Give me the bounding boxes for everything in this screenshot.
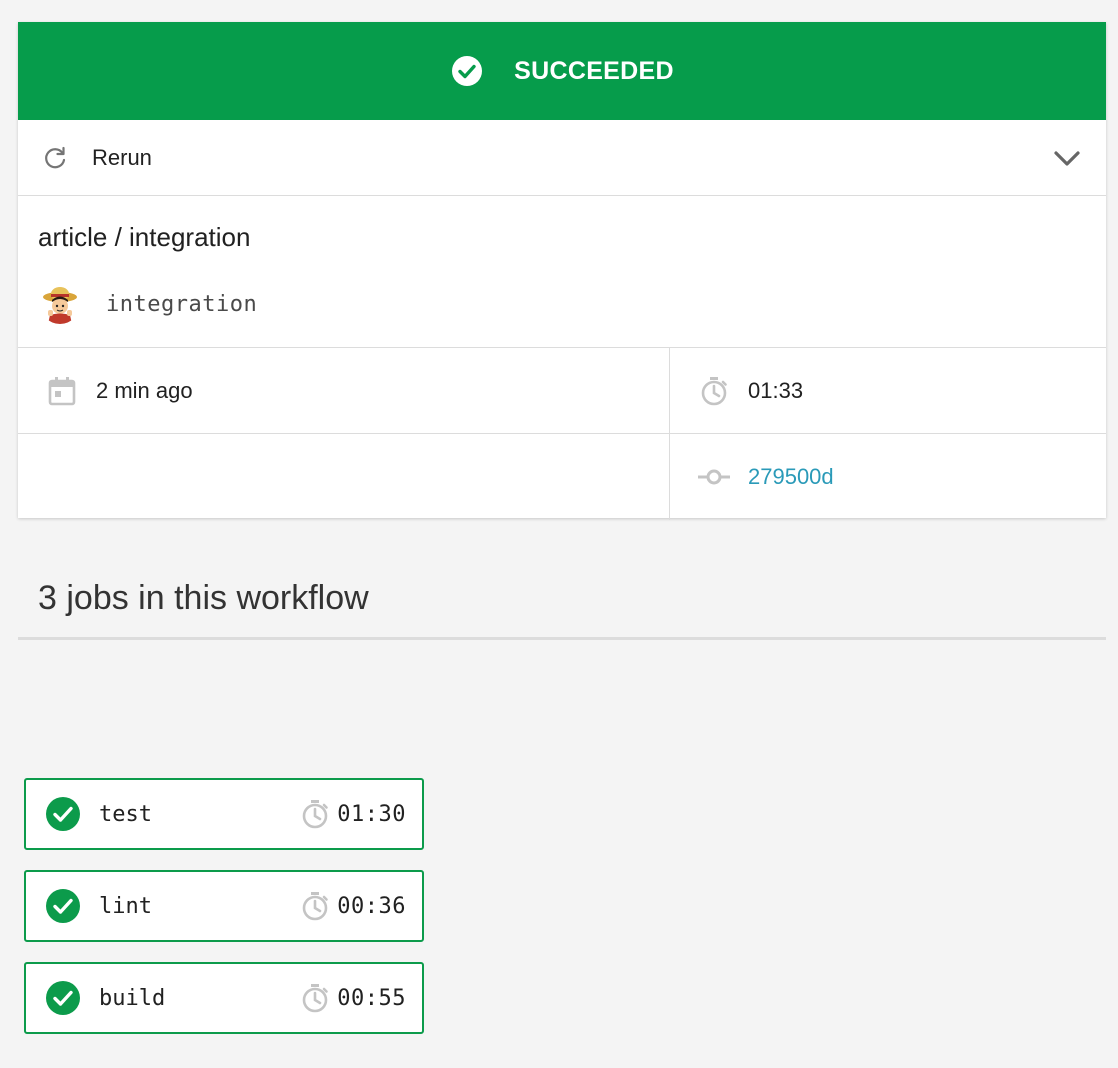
workflow-info: article / integration integration bbox=[18, 196, 1106, 348]
refresh-icon bbox=[45, 146, 66, 168]
check-circle-icon bbox=[46, 797, 80, 831]
jobs-heading: 3 jobs in this workflow bbox=[18, 568, 1106, 640]
check-circle-icon bbox=[452, 56, 483, 86]
job-name: lint bbox=[99, 893, 152, 919]
job-card-build[interactable]: build 00:55 bbox=[24, 962, 424, 1034]
job-list: test 01:30 lint 00:36 build 00:55 bbox=[24, 778, 424, 1054]
branch-row: integration bbox=[38, 284, 1086, 324]
stopwatch-icon bbox=[302, 800, 329, 829]
duration-label: 01:33 bbox=[748, 377, 804, 403]
started-label: 2 min ago bbox=[96, 377, 193, 403]
commit-hash-link[interactable]: 279500d bbox=[748, 464, 834, 490]
job-name: build bbox=[99, 985, 166, 1011]
job-duration: 00:36 bbox=[337, 893, 406, 919]
user-avatar bbox=[40, 284, 80, 324]
stopwatch-icon bbox=[302, 892, 329, 921]
job-card-lint[interactable]: lint 00:36 bbox=[24, 870, 424, 942]
jobs-heading-text: 3 jobs in this workflow bbox=[38, 579, 369, 617]
total-duration: 01:33 bbox=[670, 348, 1106, 434]
empty-cell bbox=[18, 434, 670, 520]
chevron-down-icon[interactable] bbox=[1052, 143, 1082, 173]
commit-icon bbox=[698, 469, 730, 485]
job-duration: 00:55 bbox=[337, 985, 406, 1011]
rerun-button[interactable]: Rerun bbox=[18, 120, 1106, 196]
repo-path[interactable]: article / integration bbox=[38, 220, 1086, 254]
started-time: 2 min ago bbox=[18, 348, 670, 434]
status-label: SUCCEEDED bbox=[514, 56, 674, 85]
workflow-summary-card: SUCCEEDED Rerun article / integration in… bbox=[18, 22, 1106, 520]
commit-cell: 279500d bbox=[670, 434, 1106, 520]
check-circle-icon bbox=[46, 889, 80, 923]
branch-name[interactable]: integration bbox=[106, 292, 257, 317]
stopwatch-icon bbox=[302, 984, 329, 1013]
job-duration: 01:30 bbox=[337, 801, 406, 827]
rerun-label: Rerun bbox=[92, 144, 152, 170]
calendar-icon bbox=[48, 376, 76, 405]
status-banner: SUCCEEDED bbox=[18, 22, 1106, 120]
job-card-test[interactable]: test 01:30 bbox=[24, 778, 424, 850]
check-circle-icon bbox=[46, 981, 80, 1015]
stopwatch-icon bbox=[701, 376, 727, 405]
job-name: test bbox=[99, 801, 152, 827]
meta-grid: 2 min ago 01:33 279500d bbox=[18, 348, 1106, 520]
